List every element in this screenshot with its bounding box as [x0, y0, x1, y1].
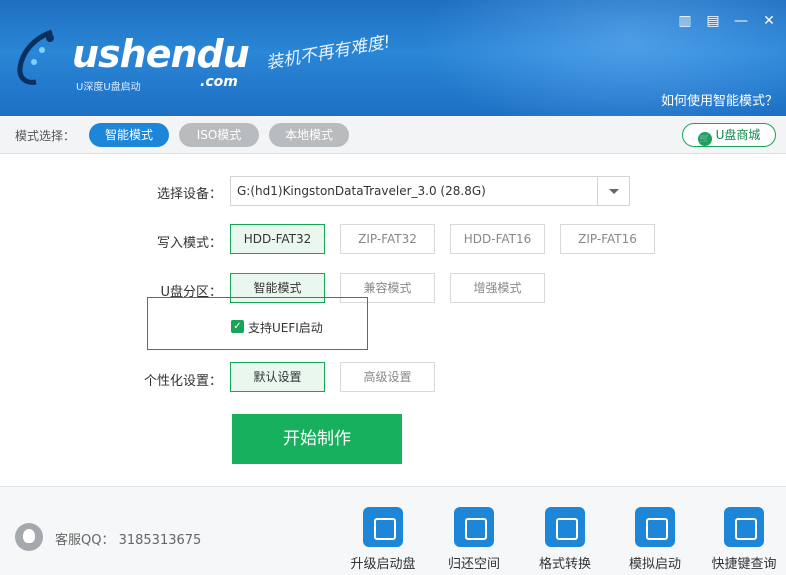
device-value: G:(hd1)KingstonDataTraveler_3.0 (28.8G) [237, 184, 486, 198]
search-icon [724, 507, 764, 547]
write-option-hdd-fat32[interactable]: HDD-FAT32 [230, 224, 325, 254]
tool-label: 归还空间 [447, 557, 500, 572]
device-label: 选择设备： [156, 187, 222, 202]
write-option-zip-fat16[interactable]: ZIP-FAT16 [560, 224, 655, 254]
mode-bar: 模式选择： 智能模式 ISO模式 本地模式 🛒 U盘商城 [0, 116, 786, 154]
cart-icon: 🛒 [697, 132, 712, 146]
app-header: ushendu U深度U盘启动 .com 装机不再有难度! ▥ ▤ — ✕ 如何… [0, 0, 786, 116]
message-icon[interactable]: ▤ [704, 12, 722, 30]
tab-iso-mode[interactable]: ISO模式 [179, 123, 259, 147]
tab-smart-mode[interactable]: 智能模式 [89, 123, 169, 147]
mode-label: 模式选择： [15, 129, 76, 143]
window-controls: ▥ ▤ — ✕ [676, 12, 778, 30]
tool-label: 升级启动盘 [350, 557, 416, 572]
device-select[interactable]: G:(hd1)KingstonDataTraveler_3.0 (28.8G) [230, 176, 630, 206]
book-icon[interactable]: ▥ [676, 12, 694, 30]
write-option-hdd-fat16[interactable]: HDD-FAT16 [450, 224, 545, 254]
start-make-button[interactable]: 开始制作 [232, 414, 402, 464]
disk-icon [454, 507, 494, 547]
qq-icon [15, 523, 43, 551]
personalization-label: 个性化设置： [143, 374, 222, 389]
close-icon[interactable]: ✕ [760, 12, 778, 30]
tool-format-convert[interactable]: 格式转换 [525, 507, 605, 572]
footer-bar: 客服QQ： 3185313675 升级启动盘 归还空间 格式转换 模拟启动 快捷… [0, 486, 786, 575]
uefi-checkbox-label[interactable]: 支持UEFI启动 [248, 319, 323, 336]
personal-option-advanced[interactable]: 高级设置 [340, 362, 435, 392]
tool-label: 格式转换 [538, 557, 591, 572]
help-link[interactable]: 如何使用智能模式？ [661, 90, 778, 109]
logo-mark-icon [17, 29, 54, 85]
tool-simulate-boot[interactable]: 模拟启动 [615, 507, 695, 572]
tab-local-mode[interactable]: 本地模式 [269, 123, 349, 147]
logo-subtitle: U深度U盘启动 [76, 82, 141, 93]
write-option-zip-fat32[interactable]: ZIP-FAT32 [340, 224, 435, 254]
minimize-icon[interactable]: — [732, 12, 750, 30]
tool-label: 模拟启动 [628, 557, 681, 572]
chevron-down-icon[interactable] [597, 177, 629, 205]
tool-hotkey-lookup[interactable]: 快捷键查询 [704, 507, 784, 572]
app-logo: ushendu U深度U盘启动 .com [12, 24, 250, 93]
uefi-checkbox[interactable]: ✓ [231, 320, 244, 333]
logo-wordmark: ushendu [72, 32, 250, 76]
tool-upgrade-boot-disk[interactable]: 升级启动盘 [343, 507, 423, 572]
usb-shop-button[interactable]: 🛒 U盘商城 [682, 123, 776, 147]
tool-label: 快捷键查询 [711, 557, 777, 572]
usb-shop-label: U盘商城 [715, 128, 761, 142]
partition-option-enhanced[interactable]: 增强模式 [450, 273, 545, 303]
upgrade-icon [363, 507, 403, 547]
header-slogan: 装机不再有难度! [264, 32, 393, 74]
logo-com: .com [200, 74, 238, 90]
tool-restore-space[interactable]: 归还空间 [434, 507, 514, 572]
monitor-icon [635, 507, 675, 547]
write-mode-label: 写入模式： [156, 236, 222, 251]
personal-option-default[interactable]: 默认设置 [230, 362, 325, 392]
convert-icon [545, 507, 585, 547]
support-qq: 客服QQ： 3185313675 [55, 533, 202, 548]
